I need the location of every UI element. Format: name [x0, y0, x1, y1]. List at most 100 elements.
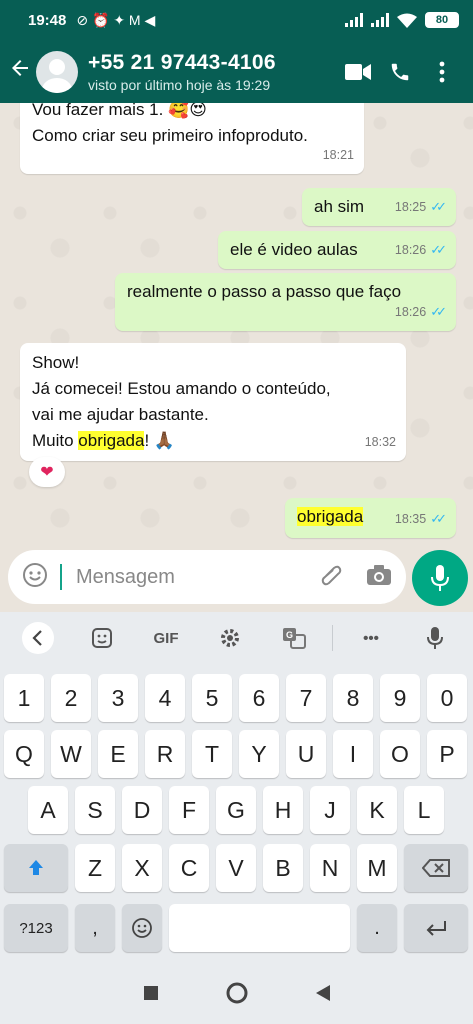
svg-text:G: G: [286, 630, 293, 640]
settings-gear-icon[interactable]: [198, 627, 262, 649]
gif-button[interactable]: GIF: [134, 630, 198, 647]
heart-reaction-icon[interactable]: ❤: [29, 457, 65, 487]
clock: 19:48: [28, 11, 67, 29]
video-call-icon[interactable]: [337, 63, 379, 81]
message-incoming[interactable]: Vou fazer mais 1. 🥰😍 Como criar seu prim…: [20, 103, 364, 174]
key-q[interactable]: Q: [4, 730, 44, 778]
contact-info[interactable]: +55 21 97443-4106 visto por último hoje …: [88, 51, 337, 93]
key-1[interactable]: 1: [4, 674, 44, 722]
key-b[interactable]: B: [263, 844, 303, 892]
message-time: 18:21: [322, 148, 354, 162]
backspace-icon: [422, 859, 450, 877]
message-outgoing[interactable]: obrigada 18:35 ✓✓: [285, 498, 456, 538]
key-k[interactable]: K: [357, 786, 397, 834]
sticker-icon[interactable]: [70, 627, 134, 649]
enter-arrow-icon: [426, 921, 446, 936]
message-composer[interactable]: Mensagem: [8, 550, 406, 604]
message-time: 18:35: [394, 512, 427, 526]
letter-row-3: Z X C V B N M: [0, 844, 473, 892]
toolbar-divider: [332, 625, 333, 651]
key-e[interactable]: E: [98, 730, 138, 778]
key-p[interactable]: P: [427, 730, 467, 778]
key-x[interactable]: X: [122, 844, 162, 892]
key-n[interactable]: N: [310, 844, 350, 892]
key-6[interactable]: 6: [239, 674, 279, 722]
key-7[interactable]: 7: [286, 674, 326, 722]
message-outgoing[interactable]: ah sim 18:25 ✓✓: [302, 188, 456, 226]
space-bar[interactable]: [169, 904, 350, 952]
voice-call-icon[interactable]: [379, 61, 421, 83]
shift-key[interactable]: [4, 844, 68, 892]
last-seen: visto por último hoje às 19:29: [88, 76, 271, 93]
key-8[interactable]: 8: [333, 674, 373, 722]
translate-icon[interactable]: G: [262, 627, 326, 649]
message-outgoing[interactable]: realmente o passo a passo que faço 18:26…: [115, 273, 456, 331]
emoji-icon[interactable]: [22, 562, 48, 593]
attach-icon[interactable]: [318, 562, 344, 593]
voice-input-mic-icon[interactable]: [403, 626, 467, 650]
home-circle-icon[interactable]: [225, 981, 249, 1010]
key-5[interactable]: 5: [192, 674, 232, 722]
key-i[interactable]: I: [333, 730, 373, 778]
chat-header: +55 21 97443-4106 visto por último hoje …: [0, 40, 473, 103]
key-y[interactable]: Y: [239, 730, 279, 778]
voice-record-button[interactable]: [412, 550, 468, 606]
key-r[interactable]: R: [145, 730, 185, 778]
more-icon[interactable]: •••: [339, 630, 403, 647]
message-outgoing[interactable]: ele é video aulas 18:26 ✓✓: [218, 231, 456, 269]
message-text: ele é video aulas: [230, 240, 358, 259]
keyboard: GIF G ••• 1 2 3 4 5 6 7 8 9 0 Q W E R T …: [0, 612, 473, 966]
message-input[interactable]: Mensagem: [60, 564, 318, 590]
microphone-icon: [431, 565, 449, 591]
letter-row-2: A S D F G H J K L: [0, 786, 473, 834]
message-text: Vou fazer mais 1. 🥰😍: [32, 103, 207, 119]
back-arrow-icon[interactable]: [8, 56, 34, 87]
camera-icon[interactable]: [366, 564, 392, 591]
message-incoming[interactable]: Show! Já comecei! Estou amando o conteúd…: [20, 343, 406, 461]
key-h[interactable]: H: [263, 786, 303, 834]
backspace-key[interactable]: [404, 844, 468, 892]
comma-key[interactable]: ,: [75, 904, 115, 952]
emoji-key[interactable]: [122, 904, 162, 952]
top-bar: 19:48 ⊘ ⏰ ✦ M ◀ 80 +55 21 97443-4106 vis…: [0, 0, 473, 103]
key-2[interactable]: 2: [51, 674, 91, 722]
key-w[interactable]: W: [51, 730, 91, 778]
keyboard-toolbar: GIF G •••: [0, 612, 473, 664]
wifi-icon: [397, 13, 417, 28]
key-4[interactable]: 4: [145, 674, 185, 722]
key-m[interactable]: M: [357, 844, 397, 892]
message-text: realmente o passo a passo que faço: [127, 282, 402, 301]
key-0[interactable]: 0: [427, 674, 467, 722]
key-t[interactable]: T: [192, 730, 232, 778]
key-9[interactable]: 9: [380, 674, 420, 722]
symbols-key[interactable]: ?123: [4, 904, 68, 952]
key-u[interactable]: U: [286, 730, 326, 778]
message-text: obrigada: [297, 507, 364, 526]
key-j[interactable]: J: [310, 786, 350, 834]
enter-key[interactable]: [404, 904, 468, 952]
period-key[interactable]: .: [357, 904, 397, 952]
key-v[interactable]: V: [216, 844, 256, 892]
more-options-icon[interactable]: [421, 61, 463, 83]
chat-area[interactable]: Vou fazer mais 1. 🥰😍 Como criar seu prim…: [0, 103, 473, 547]
number-row: 1 2 3 4 5 6 7 8 9 0: [0, 674, 473, 722]
emoji-key-icon: [132, 918, 152, 938]
collapse-chevron-icon[interactable]: [6, 621, 70, 655]
key-d[interactable]: D: [122, 786, 162, 834]
key-c[interactable]: C: [169, 844, 209, 892]
key-a[interactable]: A: [28, 786, 68, 834]
shift-arrow-icon: [29, 860, 43, 875]
recents-square-icon[interactable]: [143, 985, 159, 1006]
battery-icon: 80: [425, 12, 459, 28]
key-f[interactable]: F: [169, 786, 209, 834]
key-g[interactable]: G: [216, 786, 256, 834]
key-o[interactable]: O: [380, 730, 420, 778]
contact-name: +55 21 97443-4106: [88, 50, 276, 74]
key-s[interactable]: S: [75, 786, 115, 834]
avatar[interactable]: [36, 50, 78, 93]
notification-icons: ⊘ ⏰ ✦ M ◀: [76, 11, 156, 28]
back-triangle-icon[interactable]: [315, 984, 331, 1007]
key-3[interactable]: 3: [98, 674, 138, 722]
key-l[interactable]: L: [404, 786, 444, 834]
key-z[interactable]: Z: [75, 844, 115, 892]
